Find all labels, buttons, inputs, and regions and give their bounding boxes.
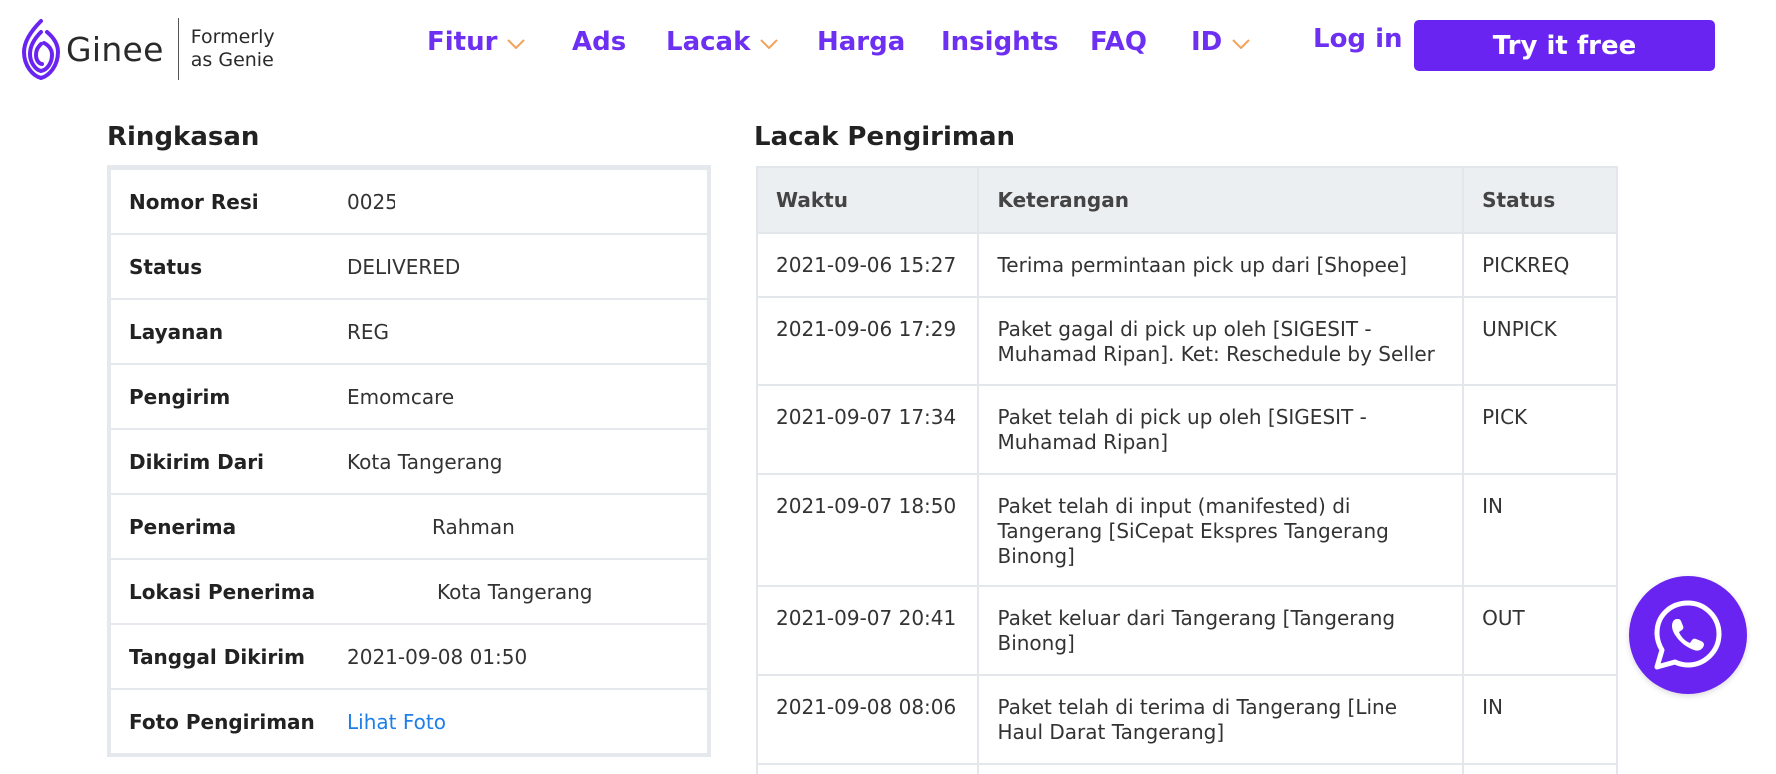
cell-desc: Paket telah di input (manifested) di Tan… xyxy=(977,473,1465,587)
summary-row-status: Status DELIVERED xyxy=(111,235,707,300)
whatsapp-chat-button[interactable] xyxy=(1629,576,1747,694)
table-row: 2021-09-07 17:34 Paket telah di pick up … xyxy=(755,384,1618,475)
chevron-down-icon xyxy=(760,39,779,49)
login-label: Log in xyxy=(1313,24,1403,54)
cell-status xyxy=(1462,763,1618,774)
summary-key: Dikirim Dari xyxy=(129,449,264,474)
cell-status: IN xyxy=(1462,473,1618,587)
table-row: 2021-09-07 20:41 Paket keluar dari Tange… xyxy=(755,585,1618,676)
summary-value: 0025 xyxy=(347,189,395,214)
chevron-down-icon xyxy=(507,39,526,49)
summary-row-nomor-resi: Nomor Resi 0025 xyxy=(111,170,707,235)
table-row xyxy=(755,763,1618,774)
column-header-status: Status xyxy=(1462,166,1618,234)
summary-row-tanggal-dikirim: Tanggal Dikirim 2021-09-08 01:50 xyxy=(111,625,707,690)
summary-key: Lokasi Penerima xyxy=(129,579,316,604)
summary-value: Rahman xyxy=(432,514,515,539)
summary-value: Kota Tangerang xyxy=(437,579,593,604)
column-header-waktu: Waktu xyxy=(755,166,980,234)
nav-item-language[interactable]: ID xyxy=(1191,22,1250,62)
nav-item-label: Ads xyxy=(572,27,627,57)
table-row: 2021-09-08 08:06 Paket telah di terima d… xyxy=(755,674,1618,765)
cell-status: OUT xyxy=(1462,585,1618,676)
nav-item-label: FAQ xyxy=(1090,27,1148,57)
try-it-free-button[interactable]: Try it free xyxy=(1414,20,1715,71)
site-header: Ginee Formerly as Genie Fitur Ads Lacak … xyxy=(0,0,1776,92)
tracking-title: Lacak Pengiriman xyxy=(754,122,1016,152)
summary-value: REG xyxy=(347,319,390,344)
summary-key: Layanan xyxy=(129,319,224,344)
cell-time: 2021-09-07 20:41 xyxy=(755,585,980,676)
chevron-down-icon xyxy=(1232,39,1250,49)
summary-key: Pengirim xyxy=(129,384,231,409)
summary-key: Nomor Resi xyxy=(129,189,259,214)
nav-item-lacak[interactable]: Lacak xyxy=(666,22,779,62)
cell-desc: Terima permintaan pick up dari [Shopee] xyxy=(977,232,1465,298)
nav-item-label: ID xyxy=(1191,27,1223,57)
nav-item-faq[interactable]: FAQ xyxy=(1090,22,1147,62)
cell-desc xyxy=(977,763,1465,774)
nav-item-fitur[interactable]: Fitur xyxy=(427,22,526,62)
cell-status: PICK xyxy=(1462,384,1618,475)
column-header-keterangan: Keterangan xyxy=(977,166,1465,234)
summary-row-foto-pengiriman: Foto Pengiriman Lihat Foto xyxy=(111,690,707,753)
cell-time: 2021-09-07 18:50 xyxy=(755,473,980,587)
nav-item-label: Insights xyxy=(941,27,1059,57)
summary-row-lokasi-penerima: Lokasi Penerima Kota Tangerang xyxy=(111,560,707,625)
summary-key: Foto Pengiriman xyxy=(129,709,315,734)
cell-time: 2021-09-08 08:06 xyxy=(755,674,980,765)
nav-item-ads[interactable]: Ads xyxy=(572,22,626,62)
summary-value: DELIVERED xyxy=(347,254,461,279)
cell-desc: Paket keluar dari Tangerang [Tangerang B… xyxy=(977,585,1465,676)
nav-item-label: Fitur xyxy=(427,27,498,57)
summary-title: Ringkasan xyxy=(107,122,260,152)
table-row: 2021-09-06 15:27 Terima permintaan pick … xyxy=(755,232,1618,298)
summary-row-penerima: Penerima Rahman xyxy=(111,495,707,560)
cell-status: IN xyxy=(1462,674,1618,765)
summary-value: Emomcare xyxy=(347,384,455,409)
summary-key: Penerima xyxy=(129,514,237,539)
cell-status: PICKREQ xyxy=(1462,232,1618,298)
summary-row-layanan: Layanan REG xyxy=(111,300,707,365)
cell-desc: Paket gagal di pick up oleh [SIGESIT - M… xyxy=(977,296,1465,386)
summary-value: 2021-09-08 01:50 xyxy=(347,644,528,669)
cell-time xyxy=(755,763,980,774)
cell-status: UNPICK xyxy=(1462,296,1618,386)
summary-row-pengirim: Pengirim Emomcare xyxy=(111,365,707,430)
cell-time: 2021-09-06 17:29 xyxy=(755,296,980,386)
cell-desc: Paket telah di terima di Tangerang [Line… xyxy=(977,674,1465,765)
nav-item-harga[interactable]: Harga xyxy=(817,22,905,62)
summary-key: Tanggal Dikirim xyxy=(129,644,305,669)
nav-item-label: Lacak xyxy=(666,27,751,57)
table-row: 2021-09-07 18:50 Paket telah di input (m… xyxy=(755,473,1618,587)
nav-item-insights[interactable]: Insights xyxy=(941,22,1059,62)
summary-key: Status xyxy=(129,254,203,279)
cell-time: 2021-09-07 17:34 xyxy=(755,384,980,475)
cell-time: 2021-09-06 15:27 xyxy=(755,232,980,298)
summary-value: Kota Tangerang xyxy=(347,449,503,474)
summary-table: Nomor Resi 0025 Status DELIVERED Layanan… xyxy=(107,165,711,757)
whatsapp-icon xyxy=(1654,600,1722,670)
cell-desc: Paket telah di pick up oleh [SIGESIT - M… xyxy=(977,384,1465,475)
nav-item-label: Harga xyxy=(817,27,906,57)
tracking-table: Waktu Keterangan Status 2021-09-06 15:27… xyxy=(755,166,1618,774)
view-photo-link[interactable]: Lihat Foto xyxy=(347,710,446,734)
summary-row-dikirim-dari: Dikirim Dari Kota Tangerang xyxy=(111,430,707,495)
table-row: 2021-09-06 17:29 Paket gagal di pick up … xyxy=(755,296,1618,386)
login-link[interactable]: Log in xyxy=(1313,19,1403,59)
tracking-header-row: Waktu Keterangan Status xyxy=(755,166,1618,234)
